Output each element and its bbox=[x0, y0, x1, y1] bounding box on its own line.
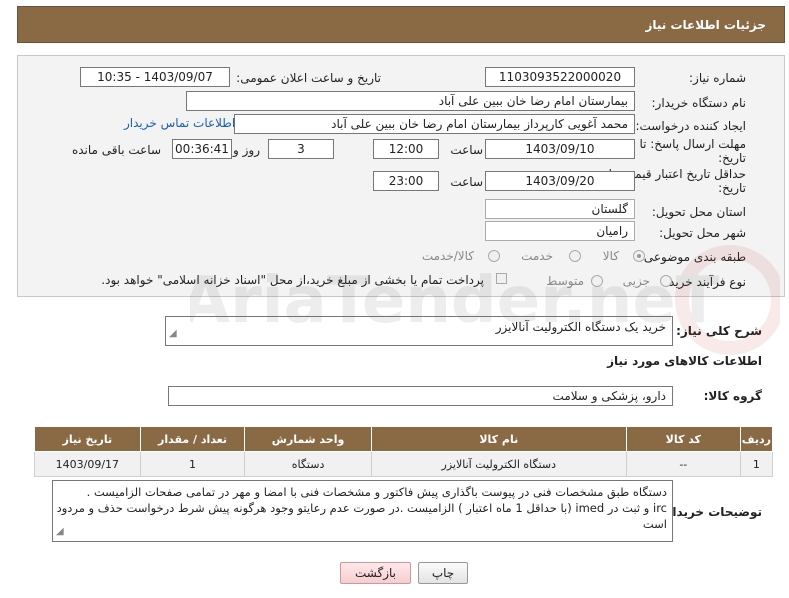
col-need-date: تاریخ نیاز bbox=[34, 426, 141, 452]
cell-quantity: 1 bbox=[139, 451, 246, 477]
category-option-goods: کالا bbox=[602, 249, 619, 263]
cell-item-name: دستگاه الکترولیت آنالایزر bbox=[370, 451, 627, 477]
purchase-option-minor: جزیی bbox=[622, 274, 650, 288]
page-title: جزئیات اطلاعات نیاز bbox=[645, 18, 766, 32]
goods-group-label: گروه کالا: bbox=[703, 389, 762, 403]
summary-label: شرح کلی نیاز: bbox=[676, 324, 762, 338]
print-button[interactable]: چاپ bbox=[418, 562, 468, 584]
buyer-notes-field[interactable]: دستگاه طبق مشخصات فنی در پیوست باگذاری پ… bbox=[52, 480, 673, 542]
province-field[interactable]: گلستان bbox=[485, 199, 635, 219]
purchase-option-medium: متوسط bbox=[546, 274, 584, 288]
resize-grip-icon[interactable]: ◢ bbox=[56, 524, 64, 540]
category-label: طبقه بندی موضوعی: bbox=[639, 250, 746, 264]
goods-info-title: اطلاعات کالاهای مورد نیاز bbox=[607, 354, 762, 368]
cell-need-date: 1403/09/17 bbox=[34, 451, 141, 477]
price-validity-time-field[interactable]: 23:00 bbox=[373, 171, 439, 191]
summary-field[interactable]: خرید یک دستگاه الکترولیت آنالایزر ◢ bbox=[165, 316, 673, 346]
col-quantity: تعداد / مقدار bbox=[139, 426, 246, 452]
buyer-notes-line: است bbox=[642, 517, 667, 531]
deadline-days-field[interactable]: 3 bbox=[268, 139, 334, 159]
col-row-number: ردیف bbox=[739, 426, 774, 452]
remaining-time-label: ساعت باقی مانده bbox=[71, 143, 161, 157]
announce-datetime-label: تاریخ و ساعت اعلان عمومی: bbox=[236, 71, 381, 85]
buyer-notes-label: توضیحات خریدار: bbox=[660, 505, 762, 519]
announce-datetime-field[interactable]: 1403/09/07 - 10:35 bbox=[80, 67, 230, 87]
purchase-type-label: نوع فرآیند خرید : bbox=[661, 275, 746, 289]
deadline-date-field[interactable]: 1403/09/10 bbox=[485, 139, 635, 159]
category-option-service: خدمت bbox=[521, 249, 553, 263]
purchase-radio-minor[interactable] bbox=[660, 275, 672, 287]
deadline-time-label: ساعت bbox=[450, 143, 483, 157]
category-radio-service[interactable] bbox=[569, 250, 581, 262]
purchase-radio-medium[interactable] bbox=[591, 275, 603, 287]
deadline-label: مهلت ارسال پاسخ: تا bbox=[639, 137, 746, 151]
col-item-name: نام کالا bbox=[370, 426, 627, 452]
table-row[interactable]: 1 -- دستگاه الکترولیت آنالایزر دستگاه 1 … bbox=[34, 451, 774, 477]
need-number-field[interactable]: 1103093522000020 bbox=[485, 67, 635, 87]
table-header-row: ردیف کد کالا نام کالا واحد شمارش تعداد /… bbox=[34, 426, 774, 452]
buyer-org-field[interactable]: بیمارستان امام رضا خان ببین علی آباد bbox=[186, 91, 635, 111]
requester-label: ایجاد کننده درخواست: bbox=[635, 119, 746, 133]
price-validity-label-line2: تاریخ: bbox=[718, 181, 746, 195]
col-item-code: کد کالا bbox=[625, 426, 741, 452]
city-field[interactable]: رامیان bbox=[485, 221, 635, 241]
cell-item-code: -- bbox=[625, 451, 741, 477]
summary-text: خرید یک دستگاه الکترولیت آنالایزر bbox=[495, 320, 666, 334]
resize-grip-icon[interactable]: ◢ bbox=[169, 324, 177, 344]
category-option-goods-service: کالا/خدمت bbox=[421, 249, 474, 263]
buyer-notes-line: irc و ثبت در imed (با حداقل 1 ماه اعتبار… bbox=[56, 501, 667, 515]
remaining-time-field[interactable]: 00:36:41 bbox=[172, 139, 232, 159]
category-radio-goods[interactable] bbox=[633, 250, 645, 262]
price-validity-time-label: ساعت bbox=[450, 175, 483, 189]
city-label: شهر محل تحویل: bbox=[659, 226, 746, 240]
province-label: استان محل تحویل: bbox=[651, 205, 746, 219]
requester-field[interactable]: محمد آغویی کارپرداز بیمارستان امام رضا خ… bbox=[234, 114, 635, 134]
cell-unit: دستگاه bbox=[244, 451, 372, 477]
buyer-notes-line: دستگاه طبق مشخصات فنی در پیوست باگذاری پ… bbox=[86, 485, 667, 499]
price-validity-date-field[interactable]: 1403/09/20 bbox=[485, 171, 635, 191]
deadline-time-field[interactable]: 12:00 bbox=[373, 139, 439, 159]
col-unit: واحد شمارش bbox=[244, 426, 372, 452]
deadline-label-line2: تاریخ: bbox=[718, 151, 746, 165]
deadline-days-label: روز و bbox=[233, 143, 260, 157]
page-header: جزئیات اطلاعات نیاز bbox=[17, 6, 785, 43]
need-number-label: شماره نیاز: bbox=[689, 71, 746, 85]
treasury-payment-checkbox[interactable] bbox=[496, 273, 507, 284]
buyer-contact-link[interactable]: اطلاعات تماس خریدار bbox=[124, 116, 235, 130]
goods-group-field[interactable]: دارو، پزشکی و سلامت bbox=[168, 386, 673, 406]
category-radio-goods-service[interactable] bbox=[488, 250, 500, 262]
back-button[interactable]: بازگشت bbox=[340, 562, 411, 584]
goods-table: ردیف کد کالا نام کالا واحد شمارش تعداد /… bbox=[34, 426, 774, 477]
cell-row-number: 1 bbox=[739, 451, 774, 477]
treasury-payment-note: پرداخت تمام یا بخشی از مبلغ خرید،از محل … bbox=[101, 273, 484, 287]
buyer-org-label: نام دستگاه خریدار: bbox=[651, 96, 747, 110]
